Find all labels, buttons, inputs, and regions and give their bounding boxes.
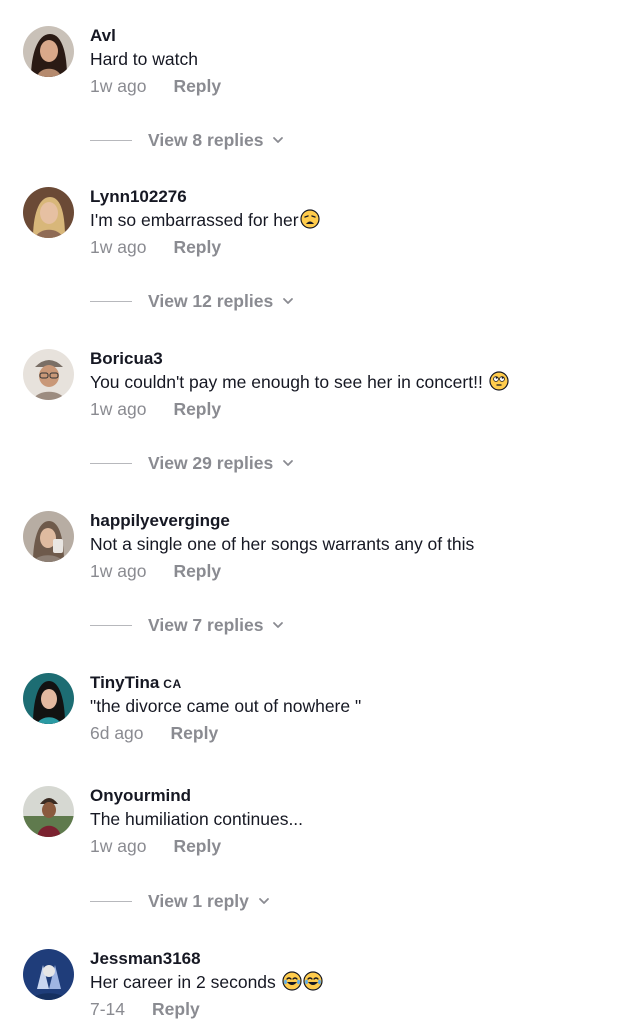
comment-body: TinyTina CA "the divorce came out of nowh… <box>90 673 620 744</box>
comment-body: Lynn102276 I'm so embarrassed for her 1w… <box>90 187 620 258</box>
view-replies-button[interactable]: View 8 replies <box>90 128 285 152</box>
comment-username[interactable]: happilyeverginge <box>90 511 620 533</box>
comment-time: 1w ago <box>90 561 147 581</box>
reply-button[interactable]: Reply <box>173 561 221 581</box>
comment-meta: 6d ago Reply <box>90 722 620 744</box>
comment-meta: 1w ago Reply <box>90 560 620 582</box>
avatar[interactable] <box>23 26 74 77</box>
comment-body: Jessman3168 Her career in 2 seconds 7-14… <box>90 949 620 1020</box>
comment-text: I'm so embarrassed for her <box>90 209 620 233</box>
eye-roll-emoji <box>489 371 509 391</box>
comment-time: 6d ago <box>90 723 144 743</box>
avatar[interactable] <box>23 949 74 1000</box>
comment-body: happilyeverginge Not a single one of her… <box>90 511 620 582</box>
view-replies-button[interactable]: View 12 replies <box>90 289 295 313</box>
view-replies-button[interactable]: View 29 replies <box>90 451 295 475</box>
view-replies-button[interactable]: View 1 reply <box>90 889 271 913</box>
divider <box>90 462 132 464</box>
view-replies-label: View 7 replies <box>148 614 264 635</box>
laughing-tears-emoji <box>282 971 302 991</box>
comment-username[interactable]: Lynn102276 <box>90 187 620 209</box>
comment-meta: 1w ago Reply <box>90 835 620 857</box>
comment-username[interactable]: Jessman3168 <box>90 949 620 971</box>
comment-username[interactable]: Onyourmind <box>90 786 620 808</box>
user-avatar-icon <box>23 786 74 837</box>
avatar[interactable] <box>23 349 74 400</box>
user-badge: CA <box>163 677 182 691</box>
user-avatar-icon <box>23 349 74 400</box>
chevron-down-icon <box>271 133 285 147</box>
avatar[interactable] <box>23 673 74 724</box>
comment-time: 1w ago <box>90 76 147 96</box>
comment-username[interactable]: TinyTina CA <box>90 673 620 695</box>
reply-button[interactable]: Reply <box>173 399 221 419</box>
comment-meta: 1w ago Reply <box>90 75 620 97</box>
divider <box>90 900 132 902</box>
chevron-down-icon <box>257 894 271 908</box>
divider <box>90 624 132 626</box>
divider <box>90 300 132 302</box>
comment-text: Not a single one of her songs warrants a… <box>90 534 475 554</box>
weary-face-emoji <box>299 209 320 229</box>
comment-text: You couldn't pay me enough to see her in… <box>90 371 620 395</box>
reply-button[interactable]: Reply <box>173 237 221 257</box>
laughing-tears-emoji <box>303 971 323 991</box>
user-avatar-icon <box>23 187 74 238</box>
comment-text: Hard to watch <box>90 49 198 69</box>
comment-body: Onyourmind The humiliation continues... … <box>90 786 620 857</box>
comment-body: Boricua3 You couldn't pay me enough to s… <box>90 349 620 420</box>
comment-time: 1w ago <box>90 399 147 419</box>
comment-text: "the divorce came out of nowhere " <box>90 696 362 716</box>
user-avatar-icon <box>23 511 74 562</box>
comment-text: Her career in 2 seconds <box>90 971 620 995</box>
avatar[interactable] <box>23 786 74 837</box>
avatar[interactable] <box>23 511 74 562</box>
view-replies-label: View 29 replies <box>148 452 274 473</box>
view-replies-button[interactable]: View 7 replies <box>90 613 285 637</box>
view-replies-label: View 1 reply <box>148 890 249 911</box>
chevron-down-icon <box>281 294 295 308</box>
comment-body: Avl Hard to watch 1w ago Reply <box>90 26 620 97</box>
comment-meta: 1w ago Reply <box>90 398 620 420</box>
comment-meta: 7-14 Reply <box>90 998 620 1020</box>
comment-time: 1w ago <box>90 237 147 257</box>
comment-time: 1w ago <box>90 836 147 856</box>
chevron-down-icon <box>271 618 285 632</box>
user-avatar-icon <box>23 673 74 724</box>
comment-username[interactable]: Boricua3 <box>90 349 620 371</box>
comment-meta: 1w ago Reply <box>90 236 620 258</box>
comment-username[interactable]: Avl <box>90 26 620 48</box>
view-replies-label: View 8 replies <box>148 129 264 150</box>
reply-button[interactable]: Reply <box>173 836 221 856</box>
divider <box>90 139 132 141</box>
user-avatar-icon <box>23 26 74 77</box>
user-avatar-icon <box>23 949 74 1000</box>
reply-button[interactable]: Reply <box>171 723 219 743</box>
comment-text: The humiliation continues... <box>90 809 304 829</box>
view-replies-label: View 12 replies <box>148 290 274 311</box>
comment-time: 7-14 <box>90 999 126 1019</box>
reply-button[interactable]: Reply <box>173 76 221 96</box>
avatar[interactable] <box>23 187 74 238</box>
chevron-down-icon <box>281 456 295 470</box>
reply-button[interactable]: Reply <box>152 999 200 1019</box>
